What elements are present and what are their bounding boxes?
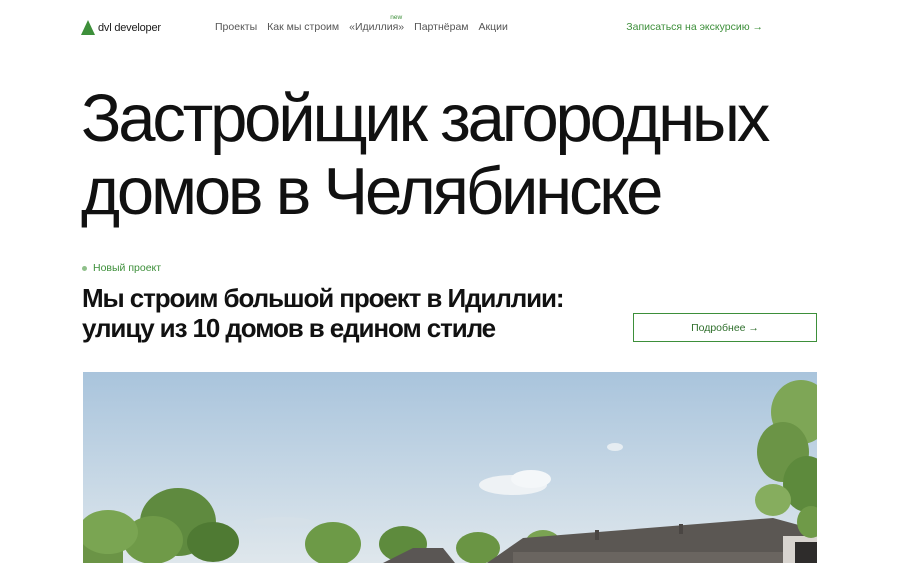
nav-item-label: «Идиллия»	[349, 21, 405, 33]
nav-item-promotions[interactable]: Акции	[479, 21, 508, 33]
project-subtitle-line-1: Мы строим большой проект в Идиллии:	[82, 283, 565, 313]
nav-item-idillia[interactable]: «Идиллия» new	[349, 14, 405, 33]
new-project-tag: Новый проект	[82, 262, 161, 274]
nav-item-partners[interactable]: Партнёрам	[414, 21, 468, 33]
logo[interactable]: dvl developer	[81, 20, 161, 35]
project-subtitle: Мы строим большой проект в Идиллии: улиц…	[82, 283, 582, 343]
dot-icon	[82, 265, 87, 271]
tour-signup-link[interactable]: Записаться на экскурсию →	[626, 21, 763, 33]
hero-title-line-2: домов в Челябинске	[81, 154, 663, 229]
more-button[interactable]: Подробнее →	[633, 313, 817, 342]
tag-label: Новый проект	[93, 262, 162, 274]
project-hero-image	[83, 372, 817, 563]
hero-title: Застройщик загородных домов в Челябинске	[81, 82, 841, 228]
site-header: dvl developer Проекты Как мы строим «Иди…	[0, 0, 900, 56]
new-badge: new	[390, 14, 403, 21]
main-nav: Проекты Как мы строим «Идиллия» new Парт…	[215, 14, 518, 33]
nav-item-how-we-build[interactable]: Как мы строим	[267, 21, 339, 33]
project-subtitle-line-2: улицу из 10 домов в едином стиле	[82, 313, 496, 343]
logo-text: dvl developer	[98, 21, 161, 34]
hero-title-line-1: Застройщик загородных	[81, 81, 770, 156]
houses-rendering	[83, 372, 817, 563]
nav-item-projects[interactable]: Проекты	[215, 21, 257, 33]
triangle-logo-icon	[81, 20, 95, 35]
